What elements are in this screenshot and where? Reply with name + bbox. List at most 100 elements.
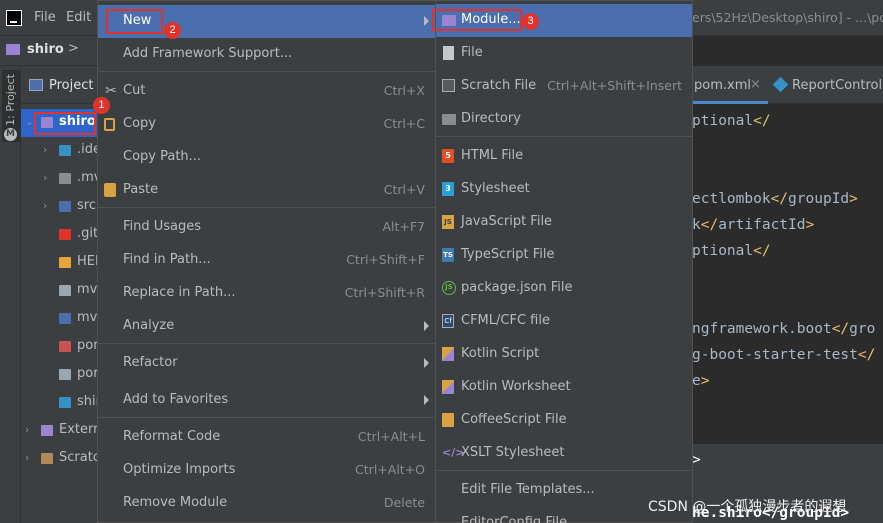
watermark: CSDN @一个孤独漫步者的遐想 <box>648 499 847 515</box>
chevron-right-icon[interactable]: › <box>25 423 29 436</box>
tab-report-controller[interactable]: ReportControlle <box>772 66 883 104</box>
html-icon: 5 <box>442 149 454 163</box>
tree-item-label: .giti <box>77 226 97 241</box>
menu-item-label: Scratch File <box>461 78 537 93</box>
coffeescript-icon <box>442 413 454 427</box>
chevron-down-icon[interactable]: ⌄ <box>25 115 34 128</box>
code-line: k</artifactId> <box>692 217 815 233</box>
file-icon <box>59 285 71 296</box>
new-submenu-item-kotlin-script[interactable]: Kotlin Script <box>436 338 692 371</box>
main-menu-item-analyze[interactable]: Analyze <box>98 310 435 343</box>
main-menu-item-find-usages[interactable]: Find Usages Alt+F7 <box>98 211 435 244</box>
menu-item-label: Analyze <box>123 318 175 333</box>
css-icon: 3 <box>442 182 454 196</box>
shortcut-label: Ctrl+Shift+R <box>344 285 425 300</box>
new-submenu-item-xslt-stylesheet[interactable]: </> XSLT Stylesheet <box>436 437 692 470</box>
tree-item[interactable]: › Extern <box>21 417 97 445</box>
tab-pom-xml[interactable]: pom.xml × <box>692 66 768 104</box>
tree-item-label: .mv <box>77 170 97 185</box>
tree-item[interactable]: mvr <box>21 277 97 305</box>
tree-item[interactable]: por <box>21 361 97 389</box>
menu-file[interactable]: File <box>34 10 56 25</box>
chevron-right-icon[interactable]: › <box>43 143 47 156</box>
project-panel-title[interactable]: Project <box>49 78 93 93</box>
tree-item[interactable]: HEL <box>21 249 97 277</box>
submenu-arrow-icon <box>424 395 429 405</box>
main-menu-item-cut[interactable]: ✂ Cut Ctrl+X <box>98 75 435 108</box>
shortcut-label: Ctrl+Shift+F <box>346 252 425 267</box>
new-submenu-item-scratch-file[interactable]: Scratch File Ctrl+Alt+Shift+Insert <box>436 70 692 103</box>
menu-item-label: Copy <box>123 116 156 131</box>
menu-separator <box>436 136 692 137</box>
menu-item-label: File <box>461 45 483 60</box>
tree-item[interactable]: › src <box>21 193 97 221</box>
scratch-icon <box>41 453 53 464</box>
tree-item-label: Extern <box>59 422 97 437</box>
terminal-icon <box>59 313 71 324</box>
main-menu-item-optimize-imports[interactable]: Optimize Imports Ctrl+Alt+O <box>98 454 435 487</box>
new-submenu-item-cfml-cfc-file[interactable]: Cf CFML/CFC file <box>436 305 692 338</box>
window-title-path: ers\52Hz\Desktop\shiro] - ...\pom <box>692 10 883 25</box>
chevron-right-icon[interactable]: › <box>25 451 29 464</box>
class-icon <box>772 76 789 93</box>
markdown-icon <box>59 257 71 268</box>
chevron-right-icon[interactable]: › <box>43 199 47 212</box>
menu-item-label: Optimize Imports <box>123 462 236 477</box>
tree-item-label: mvr <box>77 282 97 297</box>
project-tool-tab-label: 1: Project <box>4 74 17 126</box>
close-icon[interactable]: × <box>750 77 761 92</box>
menu-item-label: Kotlin Worksheet <box>461 379 571 394</box>
main-menu-item-refactor[interactable]: Refactor <box>98 347 435 380</box>
new-submenu-item-coffeescript-file[interactable]: CoffeeScript File <box>436 404 692 437</box>
menu-item-label: CoffeeScript File <box>461 412 567 427</box>
maven-strip-icon[interactable]: M <box>4 128 17 141</box>
new-submenu-item-file[interactable]: File <box>436 37 692 70</box>
menu-item-label: CFML/CFC file <box>461 313 550 328</box>
main-menu-item-paste[interactable]: Paste Ctrl+V <box>98 174 435 207</box>
code-line: e> <box>692 373 710 389</box>
new-submenu-item-directory[interactable]: Directory <box>436 103 692 136</box>
new-submenu-item-kotlin-worksheet[interactable]: Kotlin Worksheet <box>436 371 692 404</box>
new-submenu-item-package-json-file[interactable]: JS package.json File <box>436 272 692 305</box>
tree-item[interactable]: shir <box>21 389 97 417</box>
tree-item[interactable]: mvr <box>21 305 97 333</box>
menu-separator <box>98 343 435 344</box>
tree-item[interactable]: › Scratch <box>21 445 97 473</box>
main-menu-item-copy-path[interactable]: Copy Path... <box>98 141 435 174</box>
new-submenu-item-javascript-file[interactable]: JS JavaScript File <box>436 206 692 239</box>
main-menu-item-add-to-favorites[interactable]: Add to Favorites <box>98 384 435 417</box>
git-icon <box>59 229 71 240</box>
main-menu-item-reformat-code[interactable]: Reformat Code Ctrl+Alt+L <box>98 421 435 454</box>
folder-icon <box>59 173 71 184</box>
tree-item[interactable]: › .ide <box>21 137 97 165</box>
main-menu-item-remove-module[interactable]: Remove Module Delete <box>98 487 435 520</box>
library-icon <box>41 425 53 436</box>
tree-item[interactable]: por <box>21 333 97 361</box>
main-menu-item-copy[interactable]: Copy Ctrl+C <box>98 108 435 141</box>
tree-item[interactable]: .giti <box>21 221 97 249</box>
main-menu-item-find-in-path[interactable]: Find in Path... Ctrl+Shift+F <box>98 244 435 277</box>
menu-edit[interactable]: Edit <box>66 10 91 25</box>
context-menu: New Add Framework Support... ✂ Cut Ctrl+X Cop… <box>97 0 436 523</box>
breadcrumb-root[interactable]: shiro <box>27 42 64 57</box>
annotation-badge-2: 2 <box>164 22 181 39</box>
file-icon <box>59 369 71 380</box>
code-line: ngframework.boot</gro <box>692 321 876 337</box>
breadcrumb: shiro > <box>0 36 97 66</box>
main-menu-item-replace-in-path[interactable]: Replace in Path... Ctrl+Shift+R <box>98 277 435 310</box>
tab-pom-label: pom.xml <box>694 78 751 93</box>
new-submenu-item-stylesheet[interactable]: 3 Stylesheet <box>436 173 692 206</box>
paste-icon <box>104 183 116 197</box>
shortcut-label: Ctrl+C <box>383 116 425 131</box>
new-submenu-item-typescript-file[interactable]: TS TypeScript File <box>436 239 692 272</box>
menu-item-label: Replace in Path... <box>123 285 236 300</box>
new-submenu-item-html-file[interactable]: 5 HTML File <box>436 140 692 173</box>
nodejs-icon: JS <box>442 281 456 295</box>
tree-item[interactable]: › .mv <box>21 165 97 193</box>
chevron-right-icon[interactable]: › <box>43 171 47 184</box>
main-menu-item-add-framework-support[interactable]: Add Framework Support... <box>98 38 435 71</box>
menu-item-label: Reformat Code <box>123 429 221 444</box>
submenu-arrow-icon <box>424 358 429 368</box>
annotation-box-module <box>432 9 522 31</box>
editor-tabs: pom.xml × ReportControlle <box>692 66 883 104</box>
